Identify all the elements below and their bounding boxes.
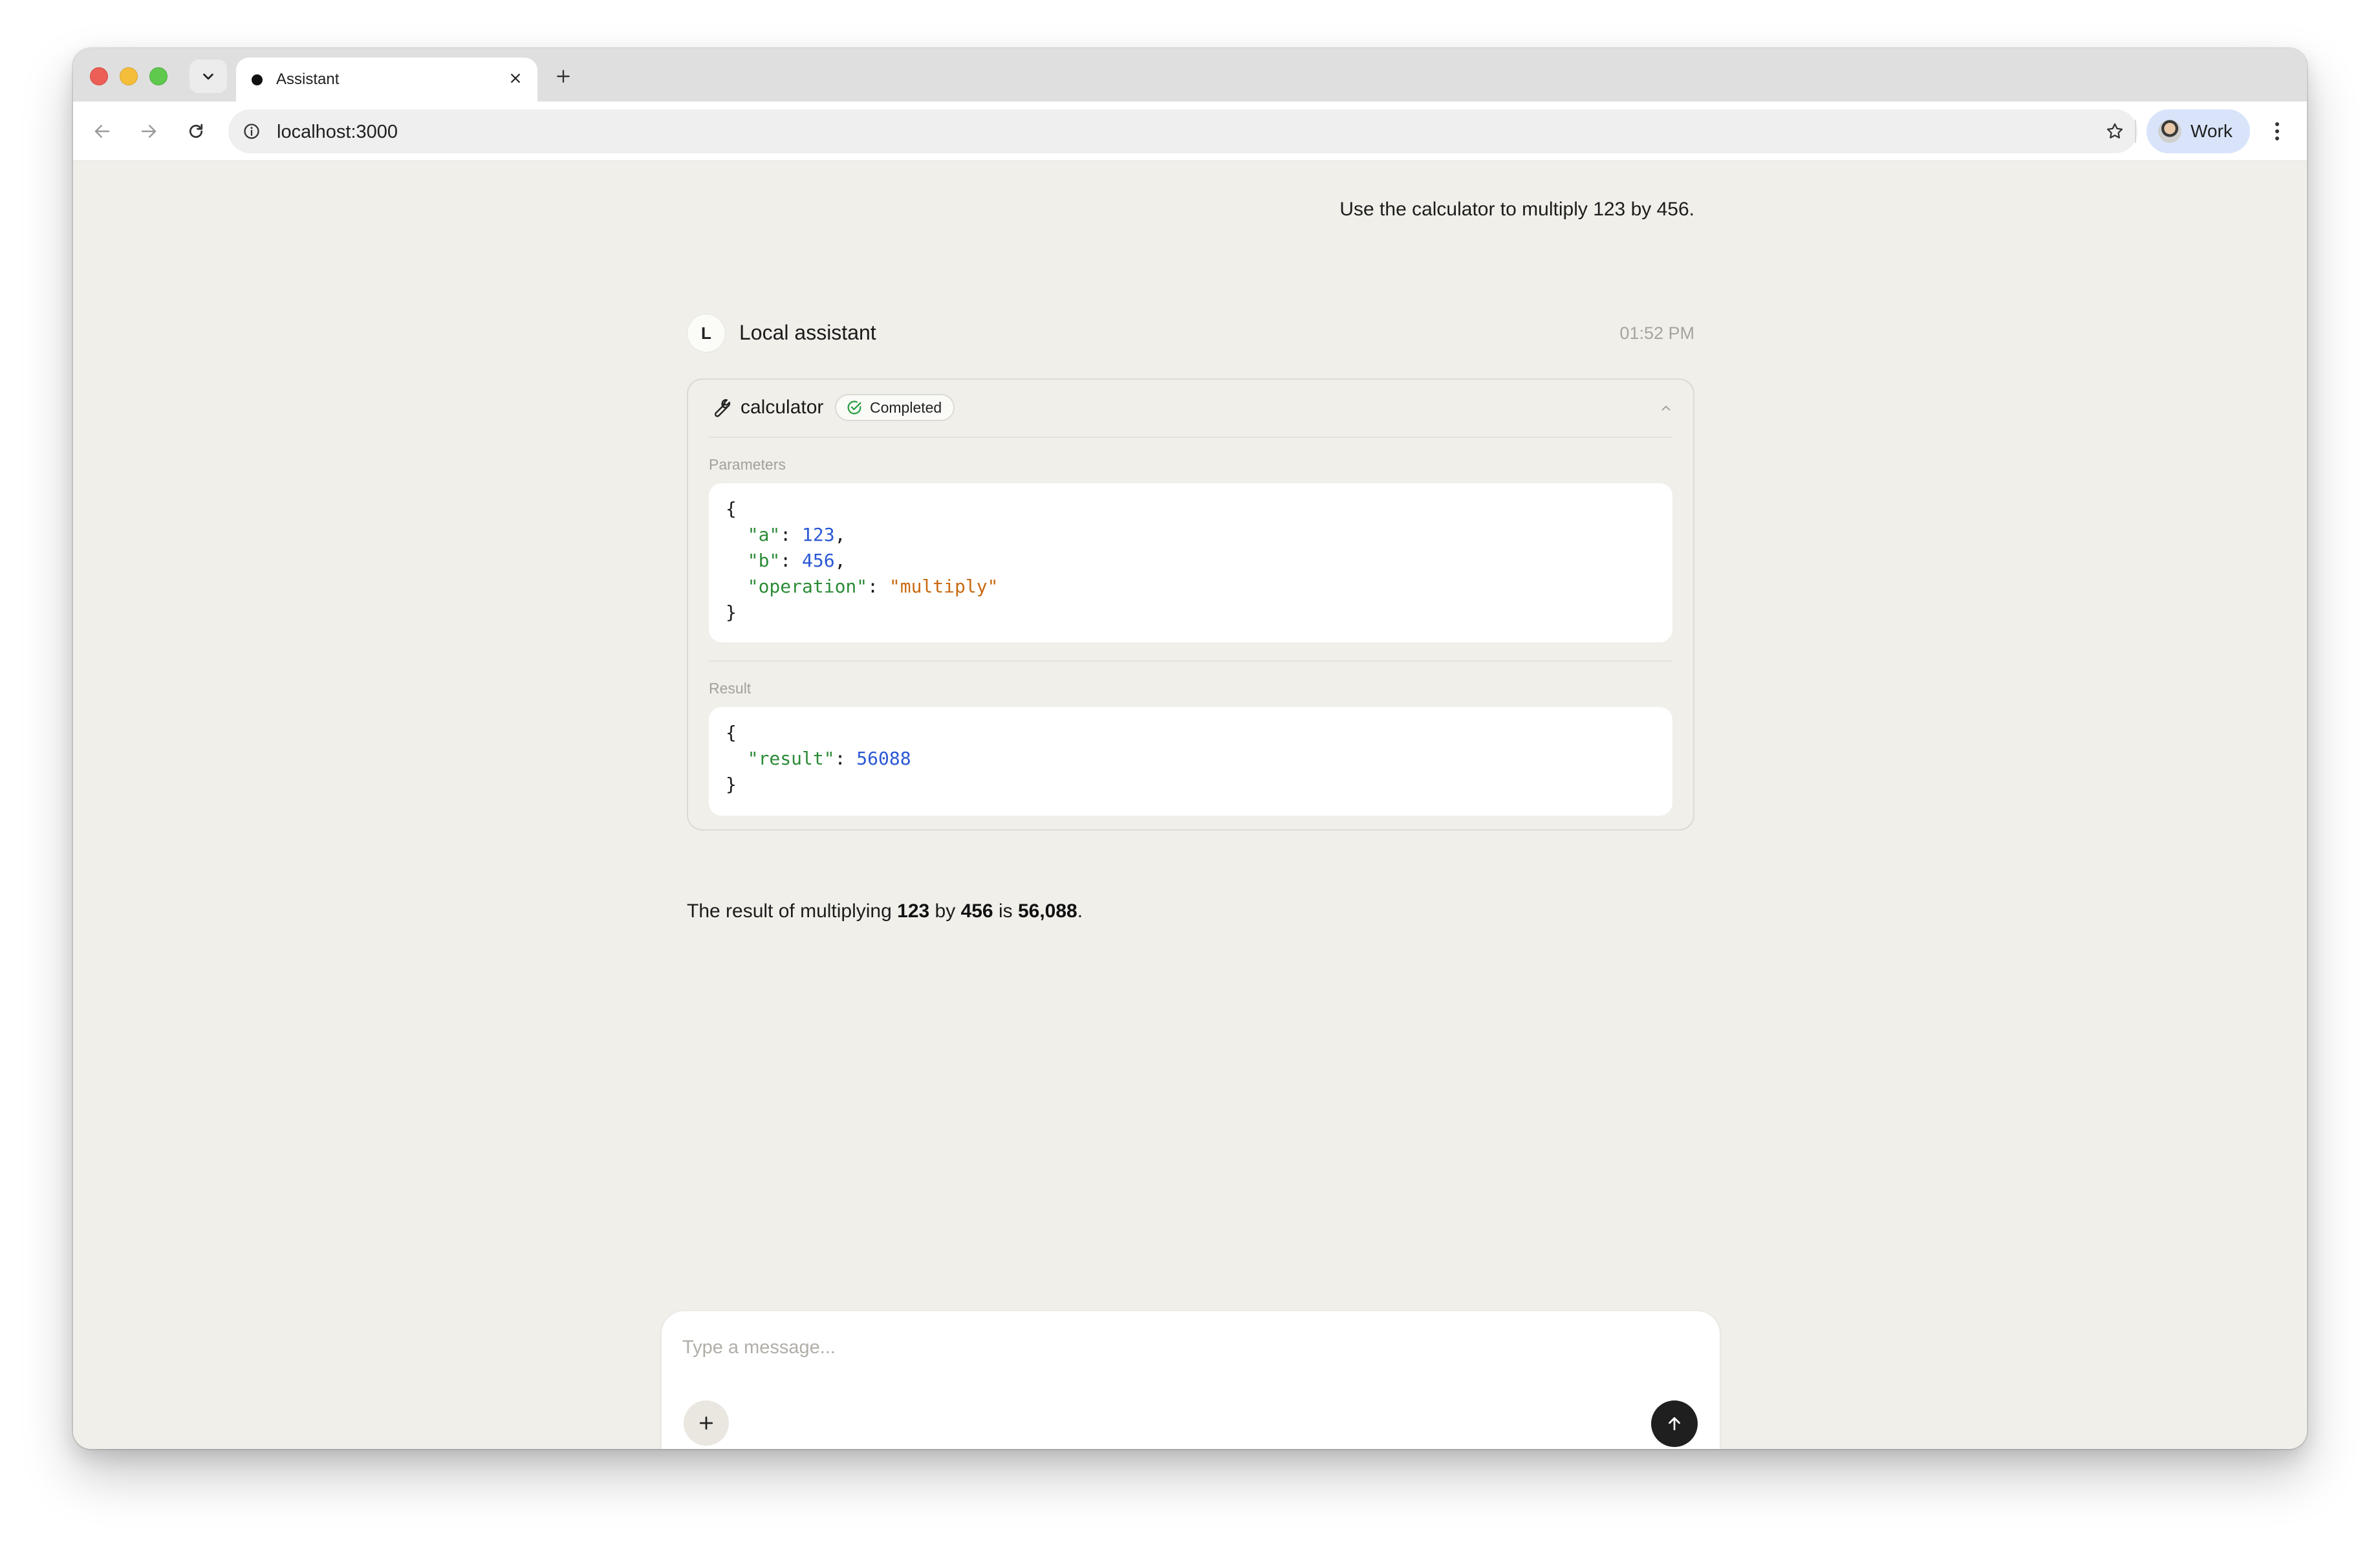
chevron-down-icon bbox=[203, 73, 213, 80]
toolbar-divider bbox=[2135, 120, 2136, 143]
browser-toolbar: localhost:3000 Work bbox=[73, 102, 2307, 161]
code-line: { bbox=[726, 498, 737, 519]
json-punct: , bbox=[834, 524, 846, 545]
back-button[interactable] bbox=[86, 115, 118, 147]
maximize-window-button[interactable] bbox=[149, 67, 168, 85]
assistant-answer: The result of multiplying 123 by 456 is … bbox=[687, 898, 1083, 924]
parameters-label: Parameters bbox=[709, 456, 786, 473]
url-text[interactable]: localhost:3000 bbox=[277, 121, 398, 143]
answer-text: is bbox=[993, 900, 1018, 922]
close-icon bbox=[511, 74, 520, 83]
forward-button[interactable] bbox=[133, 115, 165, 147]
attach-button[interactable] bbox=[684, 1400, 729, 1446]
assistant-avatar: L bbox=[687, 314, 726, 353]
chat-page: Use the calculator to multiply 123 by 45… bbox=[73, 161, 2307, 1449]
json-key: "a" bbox=[747, 524, 781, 545]
code-line: "operation": "multiply" bbox=[747, 576, 999, 597]
browser-menu-button[interactable] bbox=[2264, 114, 2290, 148]
json-key: "operation" bbox=[747, 576, 868, 597]
code-line: } bbox=[726, 602, 737, 623]
result-label: Result bbox=[709, 680, 752, 697]
json-punct: , bbox=[834, 550, 846, 571]
new-tab-button[interactable] bbox=[548, 61, 578, 91]
arrow-up-icon bbox=[1669, 1417, 1680, 1431]
tab-close-button[interactable] bbox=[503, 65, 528, 91]
wrench-icon bbox=[714, 399, 731, 417]
answer-operand-b: 456 bbox=[960, 900, 993, 922]
json-value: 56088 bbox=[856, 748, 911, 769]
result-code: { "result": 56088 } bbox=[709, 707, 1672, 816]
favicon-icon bbox=[252, 74, 263, 85]
header-divider bbox=[709, 437, 1672, 438]
tool-call-header[interactable]: calculator Completed bbox=[688, 380, 1693, 437]
answer-operand-a: 123 bbox=[897, 900, 930, 922]
browser-window: Assistant localhost:3000 Work Use the ca… bbox=[73, 49, 2307, 1449]
arrow-left-icon bbox=[94, 125, 110, 138]
json-value: 123 bbox=[802, 524, 835, 545]
profile-chip[interactable]: Work bbox=[2147, 109, 2250, 153]
message-timestamp: 01:52 PM bbox=[1619, 323, 1694, 343]
tool-name: calculator bbox=[741, 397, 824, 418]
answer-result: 56,088 bbox=[1017, 900, 1077, 922]
info-icon bbox=[244, 124, 259, 139]
status-badge: Completed bbox=[835, 394, 955, 421]
profile-label: Work bbox=[2191, 121, 2233, 141]
tab-assistant[interactable]: Assistant bbox=[236, 58, 537, 102]
user-message: Use the calculator to multiply 123 by 45… bbox=[1339, 199, 1694, 220]
code-line: "a": 123, bbox=[747, 524, 846, 545]
json-value: "multiply" bbox=[889, 576, 999, 597]
collapse-button[interactable] bbox=[1654, 397, 1678, 420]
arrow-right-icon bbox=[141, 125, 157, 138]
plus-icon bbox=[699, 1416, 713, 1430]
code-line: "b": 456, bbox=[747, 550, 846, 571]
code-line: { bbox=[726, 722, 737, 743]
answer-text: The result of multiplying bbox=[687, 900, 898, 922]
bookmark-button[interactable] bbox=[2101, 118, 2128, 145]
answer-text: . bbox=[1077, 900, 1083, 922]
address-bar[interactable]: localhost:3000 bbox=[228, 109, 2137, 153]
tab-title: Assistant bbox=[276, 71, 340, 88]
chevron-up-icon bbox=[1661, 406, 1671, 411]
tab-strip: Assistant bbox=[73, 49, 2307, 102]
reload-button[interactable] bbox=[180, 115, 212, 147]
answer-text: by bbox=[929, 900, 961, 922]
json-key: "result" bbox=[747, 748, 835, 769]
assistant-name: Local assistant bbox=[739, 321, 876, 344]
plus-icon bbox=[557, 70, 570, 83]
profile-avatar bbox=[2158, 120, 2181, 143]
parameters-code: { "a": 123, "b": 456, "operation": "mult… bbox=[709, 483, 1672, 642]
tool-call-card: calculator Completed Parameters { "a": 1… bbox=[687, 378, 1694, 831]
status-label: Completed bbox=[870, 398, 942, 416]
tab-search-button[interactable] bbox=[189, 60, 227, 93]
code-line: "result": 56088 bbox=[747, 748, 911, 769]
message-composer bbox=[661, 1311, 1720, 1449]
code-line: } bbox=[726, 774, 737, 795]
section-divider bbox=[709, 660, 1672, 662]
site-info-button[interactable] bbox=[239, 118, 265, 144]
check-circle-icon bbox=[847, 400, 861, 415]
close-window-button[interactable] bbox=[90, 67, 108, 85]
reload-icon bbox=[189, 124, 203, 138]
json-value: 456 bbox=[802, 550, 835, 571]
json-key: "b" bbox=[747, 550, 781, 571]
kebab-menu-icon bbox=[2275, 122, 2279, 140]
minimize-window-button[interactable] bbox=[120, 67, 138, 85]
star-icon bbox=[2106, 123, 2123, 138]
message-input[interactable] bbox=[682, 1333, 1691, 1362]
send-button[interactable] bbox=[1651, 1400, 1698, 1447]
